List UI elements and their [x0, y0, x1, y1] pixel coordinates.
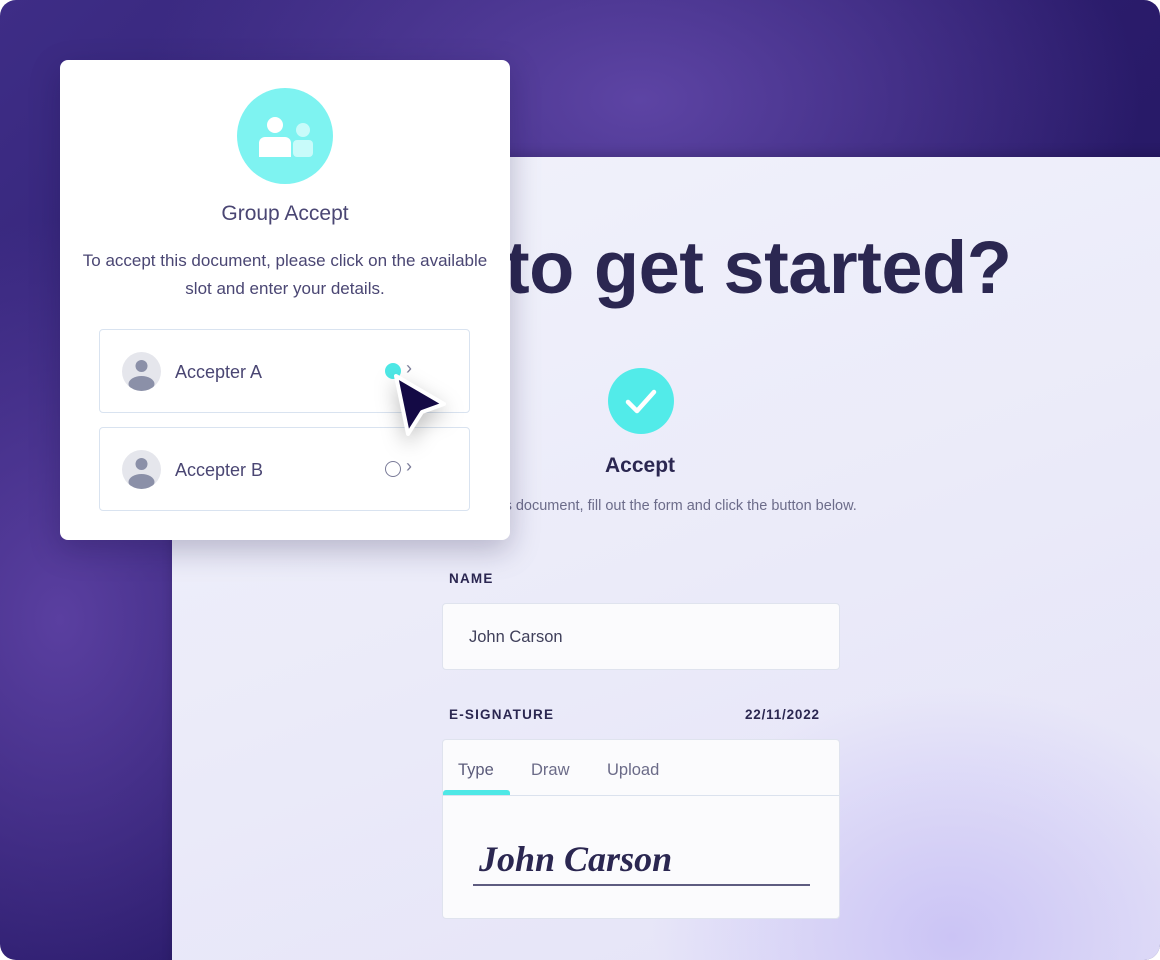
check-icon	[608, 368, 674, 434]
tab-draw[interactable]: Draw	[531, 761, 570, 780]
active-tab-indicator	[443, 790, 510, 795]
radio-unselected[interactable]	[385, 461, 401, 477]
group-accept-panel: Group Accept To accept this document, pl…	[60, 60, 510, 540]
signature-tabs: Type Draw Upload	[443, 740, 839, 796]
avatar	[122, 352, 161, 391]
e-signature-label: E-SIGNATURE	[449, 707, 555, 722]
panel-description: To accept this document, please click on…	[82, 251, 488, 298]
signature-date: 22/11/2022	[745, 707, 820, 722]
page-headline: to get started?	[505, 226, 1012, 309]
slot-label: Accepter A	[175, 362, 263, 382]
background-frame: to get started? Accept To accept this do…	[0, 0, 1160, 960]
tab-type[interactable]: Type	[458, 761, 494, 780]
signature-box: Type Draw Upload John Carson	[442, 739, 840, 919]
name-label: NAME	[449, 571, 494, 586]
cursor-pointer-icon	[388, 368, 452, 449]
panel-title: Group Accept	[221, 202, 349, 225]
name-input[interactable]: John Carson	[442, 603, 840, 670]
signature-input[interactable]: John Carson	[479, 838, 672, 880]
avatar	[122, 450, 161, 489]
chevron-right-icon: ›	[406, 456, 412, 476]
group-users-icon	[237, 88, 333, 184]
tab-upload[interactable]: Upload	[607, 761, 659, 780]
accept-title: Accept	[604, 454, 676, 477]
slot-label: Accepter B	[175, 460, 264, 480]
signature-line	[473, 884, 810, 886]
